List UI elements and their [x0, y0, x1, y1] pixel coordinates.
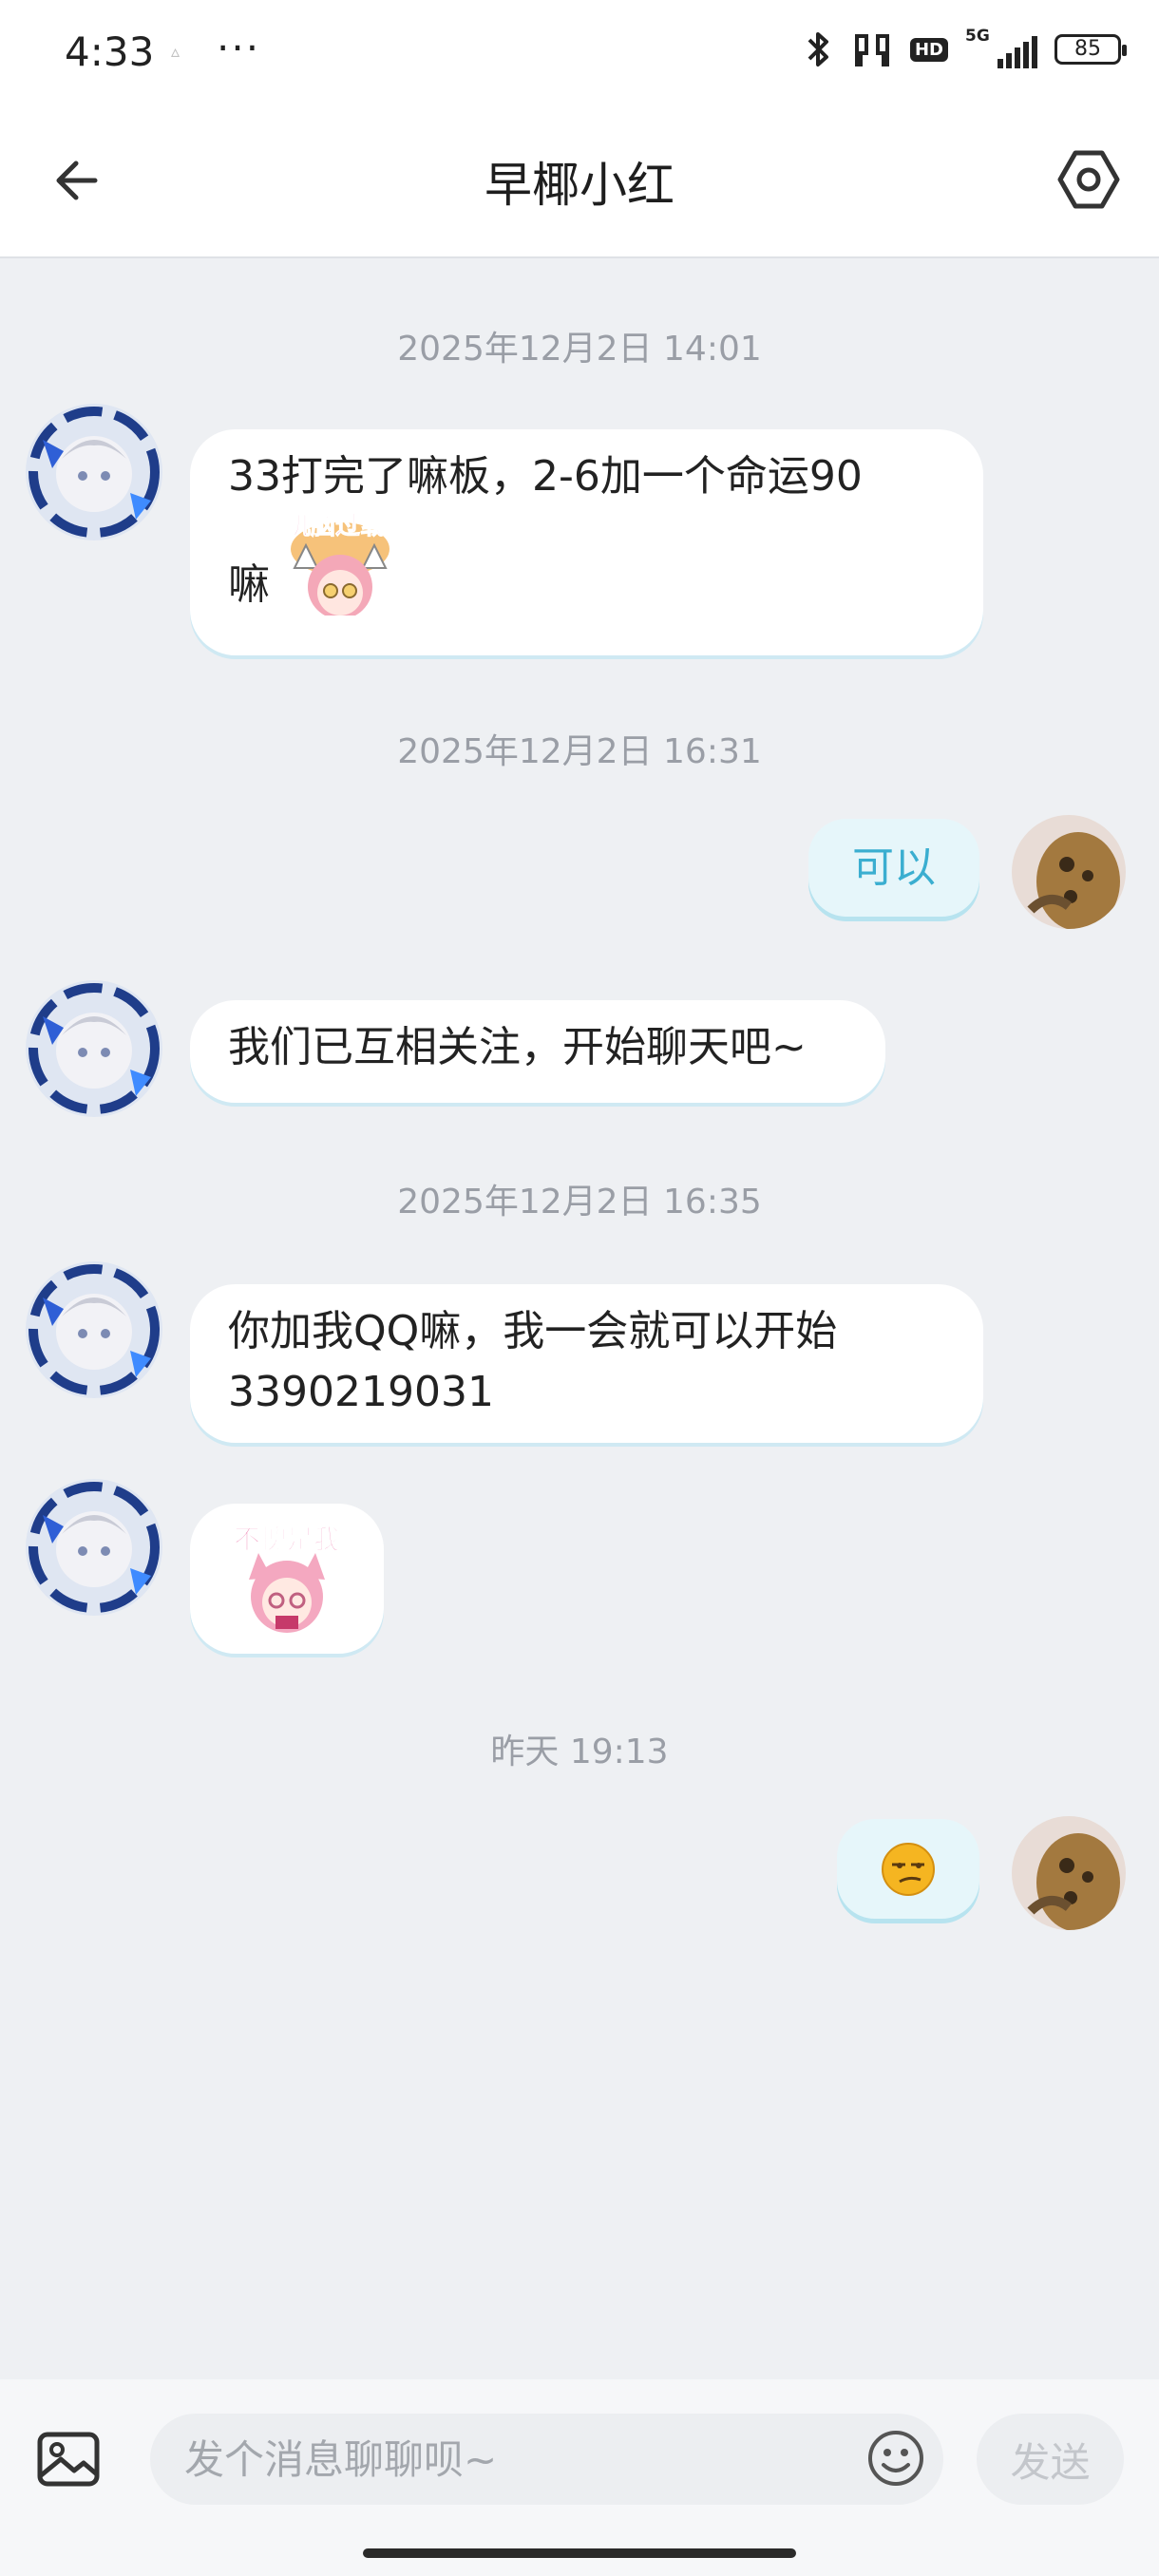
more-notifications-icon: ··· — [217, 25, 261, 71]
anime-avatar-image — [26, 404, 162, 540]
input-bar: 发送 — [0, 2379, 1159, 2576]
message-bubble[interactable]: 我们已互相关注，开始聊天吧~ — [190, 1000, 885, 1103]
message-text: 3390219031 — [228, 1368, 494, 1416]
avatar[interactable] — [24, 1260, 164, 1400]
timestamp: 2025年12月2日 16:35 — [397, 1183, 762, 1222]
sticker-caption: 叽脑过载 — [285, 512, 385, 541]
bluetooth-icon — [808, 32, 828, 66]
notification-icon: ▵ — [171, 42, 180, 62]
message-bubble[interactable]: 33打完了嘛板，2-6加一个命运90 嘛 叽脑过载 — [190, 429, 983, 655]
emoji-icon[interactable] — [866, 2429, 925, 2488]
send-button[interactable]: 发送 — [977, 2414, 1124, 2505]
avatar[interactable] — [24, 978, 164, 1119]
message-bubble[interactable]: 你加我QQ嘛，我一会就可以开始 3390219031 — [190, 1284, 983, 1443]
sticker-caption: 不愧是我 — [233, 1524, 340, 1555]
status-bar: 4:33 ▵ ··· HD 5G 85 — [0, 0, 1159, 109]
network-label: 5G — [965, 27, 990, 46]
sticker-bubble[interactable]: 不愧是我 — [190, 1504, 384, 1654]
message-bubble-self[interactable]: 可以 — [808, 819, 979, 917]
message-text: 33打完了嘛板，2-6加一个命运90 — [228, 452, 863, 501]
message-text: 可以 — [852, 843, 936, 892]
signal-icon: 5G — [965, 27, 1037, 68]
message-text: 嘛 — [228, 560, 270, 609]
timestamp: 2025年12月2日 14:01 — [397, 330, 762, 369]
message-text: 你加我QQ嘛，我一会就可以开始 — [228, 1307, 838, 1355]
image-icon[interactable] — [34, 2425, 103, 2493]
timestamp: 昨天 19:13 — [490, 1733, 669, 1771]
cat-avatar-image — [1012, 1816, 1126, 1930]
anime-avatar-image — [26, 1479, 162, 1616]
sticker[interactable]: 叽脑过载 — [274, 511, 397, 619]
message-input[interactable] — [150, 2414, 943, 2505]
chat-title: 早椰小红 — [484, 158, 674, 213]
hexagon-settings-icon[interactable] — [1054, 145, 1123, 214]
hd-badge: HD — [909, 37, 948, 62]
timestamp: 2025年12月2日 16:31 — [397, 732, 762, 771]
sticker[interactable]: 不愧是我 — [226, 1523, 348, 1635]
message-bubble-self[interactable] — [837, 1819, 979, 1919]
home-indicator[interactable] — [363, 2548, 796, 2558]
my-avatar[interactable] — [1012, 1816, 1126, 1930]
message-text: 我们已互相关注，开始聊天吧~ — [228, 1023, 807, 1071]
battery-indicator: 85 — [1054, 34, 1127, 65]
earbuds-icon — [854, 34, 889, 66]
anime-avatar-image — [26, 980, 162, 1117]
cat-avatar-image — [1012, 815, 1126, 929]
chat-header: 早椰小红 — [0, 109, 1159, 258]
status-time: 4:33 — [65, 28, 155, 75]
smirk-emoji — [882, 1842, 935, 1896]
avatar[interactable] — [24, 1477, 164, 1618]
avatar[interactable] — [24, 402, 164, 542]
anime-avatar-image — [26, 1261, 162, 1398]
my-avatar[interactable] — [1012, 815, 1126, 929]
status-icons: HD 5G 85 — [802, 27, 1127, 68]
